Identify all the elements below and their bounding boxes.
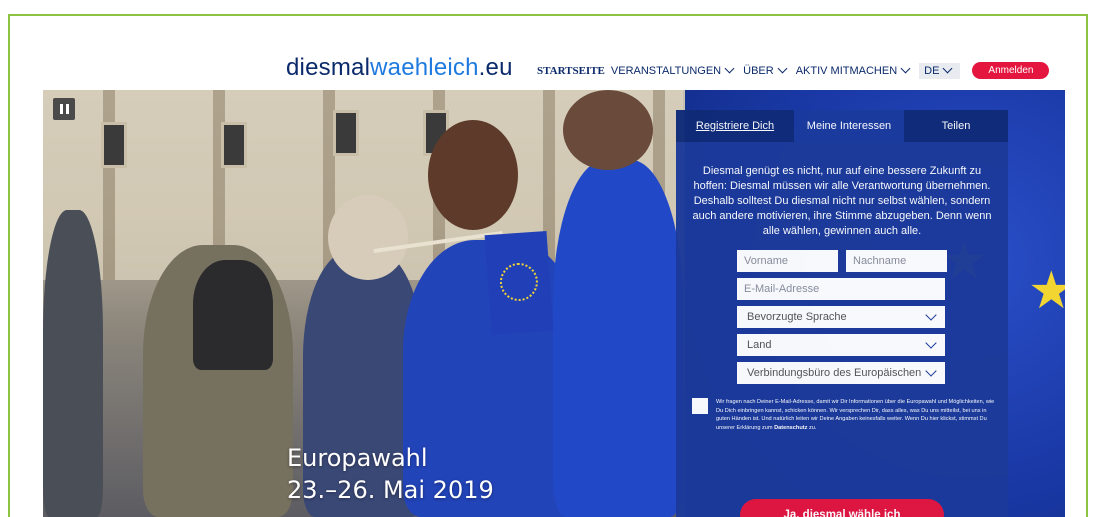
chevron-down-icon [925,337,937,349]
hero-title-line1: Europawahl [287,444,428,472]
hero-person [43,210,103,517]
country-select-value: Land [747,339,772,351]
main-nav: STARTSEITE VERANSTALTUNGEN ÜBER AKTIV MI… [537,62,1050,79]
step-meine-interessen[interactable]: Meine Interessen [794,110,904,142]
nav-item-label: AKTIV MITMACHEN [795,64,898,77]
country-select[interactable]: Land [737,334,945,356]
hero-background-window [101,122,127,168]
hero-person [553,160,683,517]
site-logo[interactable]: diesmalwaehleich.eu [286,54,513,82]
nav-item-veranstaltungen[interactable]: VERANSTALTUNGEN [610,63,737,77]
step-teilen[interactable]: Teilen [904,110,1008,142]
language-selector[interactable]: DE [919,62,961,79]
language-label: DE [924,64,940,77]
nav-item-label: STARTSEITE [537,64,605,77]
nav-item-label: VERANSTALTUNGEN [610,64,722,77]
nav-item-ueber[interactable]: ÜBER [743,63,790,77]
consent-block: Wir fragen nach Deiner E-Mail-Adresse, d… [692,398,997,432]
privacy-link[interactable]: Datenschutz [774,425,807,431]
chevron-down-icon [925,309,937,321]
nav-item-startseite[interactable]: STARTSEITE [537,65,605,77]
hero-title-line2: 23.–26. Mai 2019 [287,476,494,504]
chevron-down-icon [777,63,788,74]
login-button[interactable]: Anmelden [972,62,1050,79]
consent-text-body: Wir fragen nach Deiner E-Mail-Adresse, d… [716,399,995,431]
office-select-value: Verbindungsbüro des Europäischen [747,367,922,379]
form-steps: Registriere Dich Meine Interessen Teilen [676,110,1008,142]
hero-background-window [221,122,247,168]
lastname-input[interactable]: Nachname [846,250,947,272]
language-select-value: Bevorzugte Sprache [747,311,847,323]
logo-part-1: diesmal [286,54,371,81]
logo-part-2: waehleich [370,54,479,81]
consent-text: Wir fragen nach Deiner E-Mail-Adresse, d… [716,398,997,432]
chevron-down-icon [900,63,911,74]
pause-icon-bar [59,104,63,114]
registration-panel: Registriere Dich Meine Interessen Teilen… [676,110,1008,517]
form-fields: Vorname Nachname E-Mail-Adresse Bevorzug… [737,250,947,390]
pause-icon-bar [65,104,69,114]
hero-background-window [333,110,359,156]
eu-flag-icon [484,230,554,336]
nav-item-label: ÜBER [743,64,774,77]
hero-person-backpack [193,260,273,370]
eu-stars-circle [498,261,540,303]
firstname-input[interactable]: Vorname [737,250,838,272]
email-input[interactable]: E-Mail-Adresse [737,278,945,300]
consent-text-end: zu. [807,424,817,431]
nav-item-aktiv-mitmachen[interactable]: AKTIV MITMACHEN [795,63,913,77]
logo-part-3: .eu [478,54,513,81]
chevron-down-icon [925,365,937,377]
submit-button[interactable]: Ja, diesmal wähle ich [740,499,944,517]
step-registriere-dich[interactable]: Registriere Dich [676,110,794,142]
hero-title: Europawahl 23.–26. Mai 2019 [287,442,494,506]
pause-button[interactable] [53,98,75,120]
hero-person-head [563,90,653,170]
form-intro-text: Diesmal genügt es nicht, nur auf eine be… [692,165,992,237]
star-icon: ★ [1028,262,1065,320]
hero-child-head [328,195,408,280]
chevron-down-icon [942,63,953,74]
chevron-down-icon [724,63,735,74]
hero-person-head [428,120,518,230]
office-select[interactable]: Verbindungsbüro des Europäischen [737,362,945,384]
language-select[interactable]: Bevorzugte Sprache [737,306,945,328]
consent-checkbox[interactable] [692,398,708,414]
name-row: Vorname Nachname [737,250,947,272]
hero-section: ★ ★ Europawahl 23.–26. Mai 2019 Registri… [43,90,1065,517]
site-header: diesmalwaehleich.eu STARTSEITE VERANSTAL… [43,52,1065,90]
